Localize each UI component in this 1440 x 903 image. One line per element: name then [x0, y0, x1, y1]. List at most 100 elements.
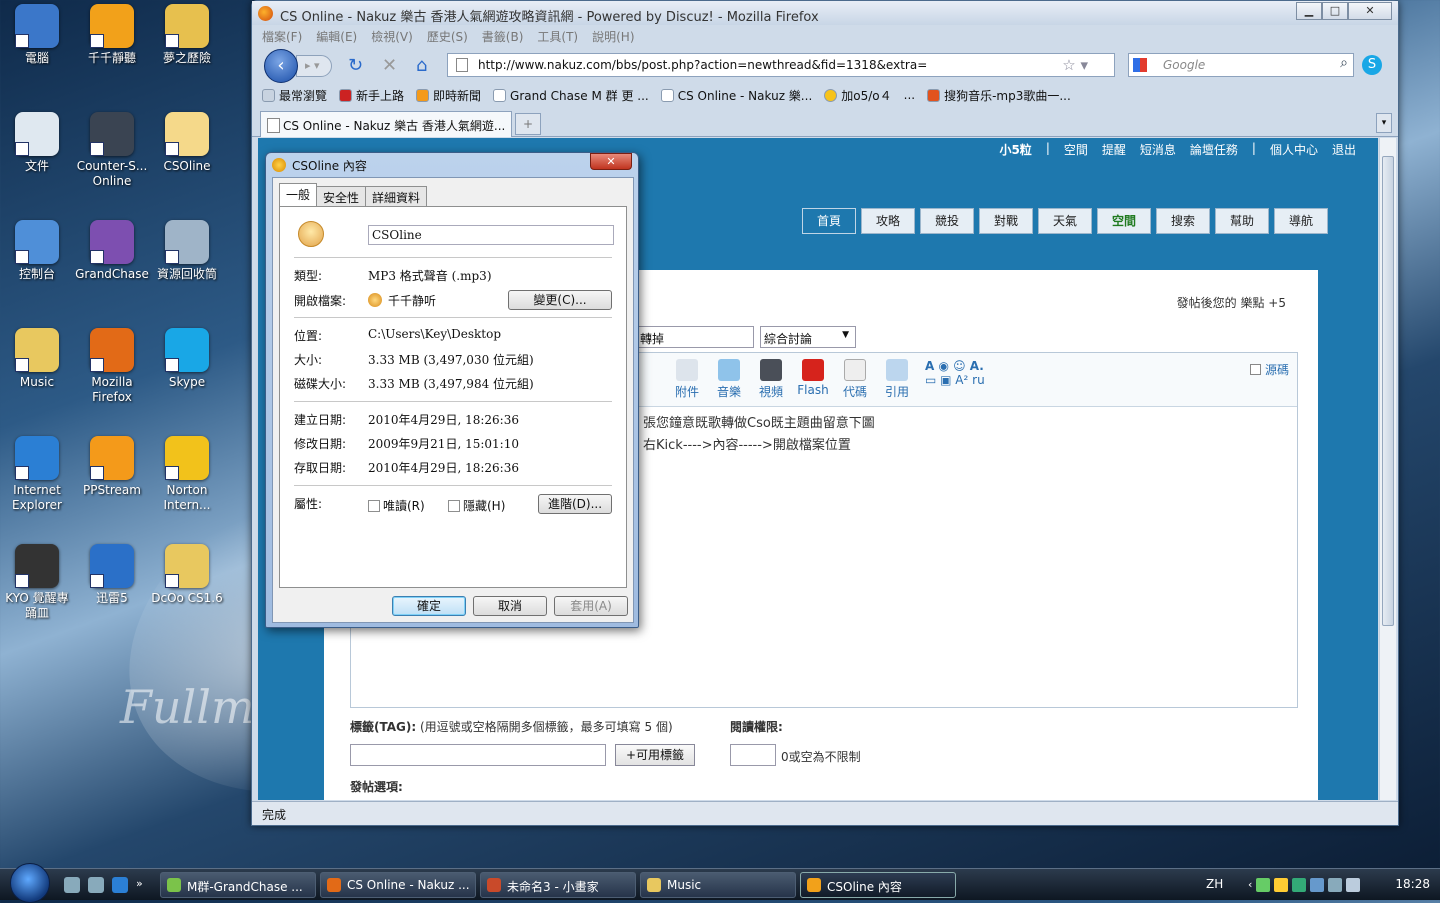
- forward-button[interactable]: ▸ ▾: [296, 55, 332, 77]
- bookmark-item[interactable]: 即時新聞: [416, 85, 481, 105]
- nav-home[interactable]: 首頁: [802, 208, 856, 234]
- bookmark-item[interactable]: Grand Chase M 群 更 ...: [493, 85, 649, 105]
- link-pm[interactable]: 短消息: [1140, 141, 1176, 158]
- search-box[interactable]: Google ⌕: [1128, 53, 1354, 77]
- quote-button[interactable]: 引用: [877, 359, 917, 400]
- tab-active[interactable]: CS Online - Nakuz 樂古 香港人氣網遊...: [260, 111, 512, 137]
- taskbar-button[interactable]: M群-GrandChase ...: [160, 872, 316, 898]
- ok-button[interactable]: 確定: [392, 596, 466, 616]
- menu-bookmarks[interactable]: 書籤(B): [482, 28, 524, 44]
- category-select[interactable]: 綜合討論 ▼: [760, 326, 856, 348]
- desktop-icon[interactable]: 電腦: [0, 4, 74, 66]
- menu-view[interactable]: 檢視(V): [371, 28, 413, 44]
- tab-details[interactable]: 詳細資料: [365, 186, 428, 206]
- filename-input[interactable]: CSOline: [368, 225, 614, 245]
- desktop-icon[interactable]: CSOline: [150, 112, 224, 174]
- tab-general[interactable]: 一般: [279, 183, 318, 206]
- taskbar-button[interactable]: 未命名3 - 小畫家: [480, 872, 636, 898]
- url-bar[interactable]: http://www.nakuz.com/bbs/post.php?action…: [447, 53, 1115, 77]
- link-notice[interactable]: 提醒: [1102, 141, 1126, 158]
- nav-battle[interactable]: 對戰: [979, 208, 1033, 234]
- attach-button[interactable]: 附件: [667, 359, 707, 400]
- switch-windows-icon[interactable]: [88, 877, 104, 893]
- tray-icon[interactable]: [1292, 878, 1307, 892]
- scrollbar-thumb[interactable]: [1382, 156, 1394, 626]
- home-icon[interactable]: ⌂: [416, 55, 427, 76]
- ie-icon[interactable]: [112, 877, 128, 893]
- bookmark-item[interactable]: 搜狗音乐-mp3歌曲一...: [927, 85, 1071, 105]
- tray-icon[interactable]: [1274, 878, 1289, 892]
- menu-help[interactable]: 說明(H): [592, 28, 634, 44]
- link-space[interactable]: 空間: [1064, 141, 1088, 158]
- properties-dialog[interactable]: CSOline 內容 ✕ 一般 安全性 詳細資料 CSOline 類型: MP3…: [265, 152, 639, 628]
- desktop-icon[interactable]: Counter-S... Online: [75, 112, 149, 189]
- tray-icon[interactable]: [1310, 878, 1325, 892]
- dialog-close-button[interactable]: ✕: [590, 153, 632, 170]
- desktop-icon[interactable]: 夢之歷險: [150, 4, 224, 66]
- maximize-button[interactable]: □: [1322, 2, 1348, 20]
- search-icon[interactable]: ⌕: [1340, 55, 1348, 71]
- link-task[interactable]: 論壇任務: [1190, 141, 1238, 158]
- reload-icon[interactable]: ↻: [348, 55, 363, 76]
- desktop-icon[interactable]: 千千靜聽: [75, 4, 149, 66]
- language-indicator[interactable]: ZH: [1206, 877, 1223, 891]
- nav-space[interactable]: 空間: [1097, 208, 1151, 234]
- new-tab-button[interactable]: +: [515, 113, 541, 135]
- bookmark-item[interactable]: 最常瀏覽: [262, 85, 327, 105]
- tab-list-button[interactable]: ▾: [1376, 113, 1392, 133]
- minimize-button[interactable]: ▁: [1296, 2, 1322, 20]
- nav-weather[interactable]: 天氣: [1038, 208, 1092, 234]
- page-scrollbar[interactable]: [1379, 138, 1396, 800]
- readonly-checkbox[interactable]: 唯讀(R): [368, 497, 425, 514]
- back-button[interactable]: ‹: [264, 49, 298, 83]
- desktop-icon[interactable]: DcOo CS1.6: [150, 544, 224, 606]
- menu-tools[interactable]: 工具(T): [537, 28, 578, 44]
- bookmark-star-icon[interactable]: ☆ ▾: [1062, 56, 1088, 74]
- google-icon[interactable]: [1133, 58, 1147, 72]
- desktop-icon[interactable]: 資源回收筒: [150, 220, 224, 282]
- close-button[interactable]: ✕: [1348, 2, 1392, 20]
- change-button[interactable]: 變更(C)...: [508, 290, 612, 310]
- nav-navigation[interactable]: 導航: [1274, 208, 1328, 234]
- advanced-button[interactable]: 進階(D)...: [538, 494, 612, 514]
- link-logout[interactable]: 退出: [1332, 141, 1356, 158]
- bookmark-item[interactable]: 加o5/o４: [824, 85, 892, 105]
- desktop-icon[interactable]: Mozilla Firefox: [75, 328, 149, 405]
- hidden-checkbox[interactable]: 隱藏(H): [448, 497, 505, 514]
- desktop-icon[interactable]: Music: [0, 328, 74, 390]
- desktop-icon[interactable]: KYO 覺醒專 踊皿: [0, 544, 74, 621]
- link-usercp[interactable]: 個人中心: [1270, 141, 1318, 158]
- code-button[interactable]: 代碼: [835, 359, 875, 400]
- tray-icon[interactable]: [1256, 878, 1271, 892]
- desktop-icon[interactable]: Internet Explorer: [0, 436, 74, 513]
- read-permission-input[interactable]: [730, 744, 776, 766]
- apply-button[interactable]: 套用(A): [554, 596, 628, 616]
- username-link[interactable]: 小5粒: [999, 141, 1031, 158]
- nav-guide[interactable]: 攻略: [861, 208, 915, 234]
- format-icons[interactable]: A ◉ ☺ A. ▭ ▣ A² ru: [925, 359, 1015, 387]
- stop-icon[interactable]: ✕: [382, 55, 397, 76]
- nav-search[interactable]: 搜索: [1156, 208, 1210, 234]
- quick-launch-more-icon[interactable]: »: [136, 877, 143, 893]
- bookmark-item[interactable]: ...: [904, 85, 915, 105]
- skype-addon-icon[interactable]: S: [1362, 55, 1382, 75]
- menu-history[interactable]: 歷史(S): [427, 28, 468, 44]
- nav-bid[interactable]: 競投: [920, 208, 974, 234]
- desktop-icon[interactable]: 文件: [0, 112, 74, 174]
- chevron-left-icon[interactable]: ‹: [1248, 878, 1252, 892]
- source-mode-checkbox[interactable]: 源碼: [1249, 361, 1289, 378]
- desktop-icon[interactable]: 迅雷5: [75, 544, 149, 606]
- taskbar-button[interactable]: Music: [640, 872, 796, 898]
- tag-input[interactable]: [350, 744, 606, 766]
- tab-security[interactable]: 安全性: [316, 186, 367, 206]
- network-icon[interactable]: [1328, 878, 1343, 892]
- desktop-icon[interactable]: Skype: [150, 328, 224, 390]
- menu-file[interactable]: 檔案(F): [262, 28, 302, 44]
- desktop-icon[interactable]: 控制台: [0, 220, 74, 282]
- available-tags-button[interactable]: +可用標籤: [615, 744, 695, 766]
- music-button[interactable]: 音樂: [709, 359, 749, 400]
- volume-icon[interactable]: [1346, 878, 1361, 892]
- menu-edit[interactable]: 編輯(E): [316, 28, 357, 44]
- bookmark-item[interactable]: 新手上路: [339, 85, 404, 105]
- nav-help[interactable]: 幫助: [1215, 208, 1269, 234]
